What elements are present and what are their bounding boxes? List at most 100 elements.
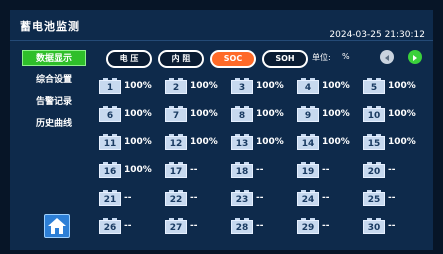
- battery-cell: 4 100%: [294, 77, 360, 103]
- nav-history-curve-button[interactable]: 历史曲线: [22, 116, 86, 132]
- battery-value: 100%: [256, 81, 284, 91]
- tab-voltage[interactable]: 电 压: [106, 50, 152, 68]
- battery-value: --: [388, 165, 396, 175]
- battery-icon: 4: [297, 78, 319, 94]
- battery-value: --: [256, 193, 264, 203]
- battery-value: 100%: [388, 109, 416, 119]
- arrow-left-icon: [385, 55, 389, 61]
- battery-value: --: [256, 221, 264, 231]
- battery-icon: 22: [165, 190, 187, 206]
- battery-value: 100%: [322, 137, 350, 147]
- battery-value: --: [124, 193, 132, 203]
- tab-internal-resistance[interactable]: 内 阻: [158, 50, 204, 68]
- battery-value: 100%: [124, 137, 152, 147]
- battery-icon: 13: [231, 134, 253, 150]
- battery-icon: 21: [99, 190, 121, 206]
- battery-cell: 13 100%: [228, 133, 294, 159]
- battery-value: 100%: [124, 81, 152, 91]
- next-page-button[interactable]: [408, 50, 422, 64]
- battery-cell: 15 100%: [360, 133, 426, 159]
- battery-icon: 29: [297, 218, 319, 234]
- battery-icon: 12: [165, 134, 187, 150]
- battery-value: --: [190, 165, 198, 175]
- nav-settings-button[interactable]: 综合设置: [22, 72, 86, 88]
- battery-grid: 1 100% 2 100% 3 100% 4 100% 5 100% 6 100% 7 100% 8 100%…: [96, 77, 430, 248]
- battery-icon: 24: [297, 190, 319, 206]
- app-title: 蓄电池监测: [20, 20, 80, 33]
- tab-soc[interactable]: SOC: [210, 50, 256, 68]
- battery-value: --: [322, 193, 330, 203]
- battery-value: 100%: [190, 137, 218, 147]
- home-button[interactable]: [44, 214, 70, 238]
- battery-icon: 26: [99, 218, 121, 234]
- unit-value: %: [342, 52, 350, 61]
- battery-icon: 20: [363, 162, 385, 178]
- nav-alarm-records-button[interactable]: 告警记录: [22, 94, 86, 110]
- battery-value: 100%: [190, 81, 218, 91]
- battery-cell: 17 --: [162, 161, 228, 187]
- battery-cell: 9 100%: [294, 105, 360, 131]
- battery-icon: 28: [231, 218, 253, 234]
- battery-cell: 6 100%: [96, 105, 162, 131]
- battery-value: 100%: [124, 109, 152, 119]
- battery-icon: 5: [363, 78, 385, 94]
- battery-cell: 28 --: [228, 217, 294, 243]
- battery-icon: 18: [231, 162, 253, 178]
- battery-icon: 23: [231, 190, 253, 206]
- battery-value: --: [322, 221, 330, 231]
- battery-cell: 21 --: [96, 189, 162, 215]
- battery-value: 100%: [322, 109, 350, 119]
- battery-cell: 10 100%: [360, 105, 426, 131]
- battery-cell: 7 100%: [162, 105, 228, 131]
- battery-cell: 25 --: [360, 189, 426, 215]
- battery-cell: 5 100%: [360, 77, 426, 103]
- battery-icon: 2: [165, 78, 187, 94]
- battery-cell: 24 --: [294, 189, 360, 215]
- battery-value: --: [124, 221, 132, 231]
- battery-value: 100%: [388, 137, 416, 147]
- battery-icon: 3: [231, 78, 253, 94]
- battery-value: 100%: [388, 81, 416, 91]
- battery-icon: 27: [165, 218, 187, 234]
- app-window: 蓄电池监测 2024-03-25 21:30:12 数据显示 综合设置 告警记录…: [10, 10, 433, 250]
- metric-toolbar: 电 压 内 阻 SOC SOH 单位: %: [106, 50, 426, 68]
- battery-icon: 11: [99, 134, 121, 150]
- unit-label: 单位:: [312, 53, 331, 62]
- battery-value: --: [388, 221, 396, 231]
- battery-cell: 1 100%: [96, 77, 162, 103]
- battery-value: 100%: [256, 109, 284, 119]
- battery-cell: 19 --: [294, 161, 360, 187]
- battery-icon: 16: [99, 162, 121, 178]
- battery-cell: 12 100%: [162, 133, 228, 159]
- battery-icon: 14: [297, 134, 319, 150]
- battery-value: --: [388, 193, 396, 203]
- battery-icon: 6: [99, 106, 121, 122]
- battery-icon: 30: [363, 218, 385, 234]
- battery-value: --: [322, 165, 330, 175]
- battery-icon: 19: [297, 162, 319, 178]
- header-divider: [10, 40, 433, 41]
- battery-cell: 8 100%: [228, 105, 294, 131]
- battery-cell: 20 --: [360, 161, 426, 187]
- battery-cell: 14 100%: [294, 133, 360, 159]
- battery-cell: 3 100%: [228, 77, 294, 103]
- battery-value: --: [256, 165, 264, 175]
- tab-soh[interactable]: SOH: [262, 50, 308, 68]
- battery-icon: 25: [363, 190, 385, 206]
- battery-value: 100%: [190, 109, 218, 119]
- arrow-right-icon: [413, 55, 417, 61]
- battery-cell: 22 --: [162, 189, 228, 215]
- battery-icon: 17: [165, 162, 187, 178]
- battery-icon: 1: [99, 78, 121, 94]
- battery-value: 100%: [322, 81, 350, 91]
- battery-cell: 23 --: [228, 189, 294, 215]
- battery-icon: 8: [231, 106, 253, 122]
- battery-icon: 7: [165, 106, 187, 122]
- nav-data-display-button[interactable]: 数据显示: [22, 50, 86, 66]
- battery-icon: 9: [297, 106, 319, 122]
- prev-page-button[interactable]: [380, 50, 394, 64]
- home-icon: [48, 218, 66, 234]
- battery-value: --: [190, 193, 198, 203]
- battery-value: 100%: [256, 137, 284, 147]
- battery-cell: 30 --: [360, 217, 426, 243]
